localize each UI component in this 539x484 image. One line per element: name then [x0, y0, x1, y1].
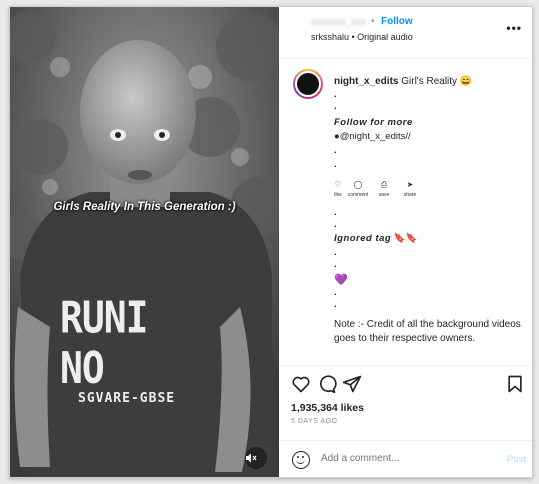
- caption-first-line: night_x_edits Girl's Reality 😄: [334, 76, 472, 87]
- add-comment-bar: Post: [279, 440, 532, 477]
- emoji-smile-icon[interactable]: [292, 451, 310, 469]
- caption-dot: .: [334, 207, 337, 218]
- save-bookmark-icon[interactable]: [505, 374, 525, 394]
- caption-dot: .: [334, 287, 337, 298]
- caption-ignored-tag: Ignored tag 🔖🔖: [334, 233, 418, 244]
- avatar[interactable]: [293, 69, 323, 99]
- ignored-tag-text: Ignored tag: [334, 233, 392, 244]
- caption-mini-icons: ♡ ◯ ⎙ ➤ like comment save share: [334, 180, 454, 202]
- caption-note: Note :- Credit of all the background vid…: [334, 319, 521, 344]
- follow-button[interactable]: Follow: [381, 16, 413, 27]
- more-options-icon[interactable]: •••: [506, 21, 522, 35]
- like-heart-icon[interactable]: [291, 374, 311, 394]
- caption-dot: .: [334, 299, 337, 310]
- post-header: xxxxxxx_xxx • Follow srksshalu • Origina…: [279, 7, 532, 59]
- likes-count[interactable]: 1,935,364 likes: [291, 402, 364, 414]
- shirt-print-line1: RUNI NO: [60, 292, 149, 394]
- caption-dot: .: [334, 89, 337, 100]
- caption-dot: .: [334, 219, 337, 230]
- mute-button[interactable]: [245, 447, 267, 469]
- comment-input[interactable]: [321, 453, 491, 464]
- mini-label-share: share: [403, 192, 417, 198]
- header-separator: •: [371, 16, 375, 27]
- caption-text: Girl's Reality 😄: [401, 76, 473, 87]
- ignored-tag-emoji: 🔖🔖: [393, 233, 418, 244]
- caption-dot: .: [334, 247, 337, 258]
- shirt-print: RUNI NO SGVARE-GBSE: [60, 292, 210, 406]
- post-video[interactable]: Girls Reality In This Generation :) RUNI…: [10, 7, 279, 477]
- post-modal: Girls Reality In This Generation :) RUNI…: [9, 6, 533, 478]
- caption-handle[interactable]: ●@night_x_edits//: [334, 131, 411, 142]
- header-audio-line[interactable]: srksshalu • Original audio: [311, 32, 413, 42]
- mini-comment-icon: ◯: [353, 180, 363, 189]
- share-paper-plane-icon[interactable]: [342, 374, 362, 394]
- caption-dot: .: [334, 159, 337, 170]
- post-date: 5 DAYS AGO: [291, 418, 338, 425]
- mini-save-icon: ⎙: [380, 180, 388, 189]
- post-comment-button[interactable]: Post: [507, 454, 526, 465]
- mini-heart-icon: ♡: [334, 180, 342, 189]
- header-username[interactable]: xxxxxxx_xxx: [311, 17, 367, 28]
- post-actions: 1,935,364 likes 5 DAYS AGO: [279, 365, 532, 445]
- purple-heart-icon: 💜: [334, 274, 348, 286]
- caption-dot: .: [334, 101, 337, 112]
- caption-author[interactable]: night_x_edits: [334, 76, 398, 87]
- caption-dot: .: [334, 259, 337, 270]
- muted-speaker-icon: [246, 453, 257, 463]
- caption-dot: .: [334, 145, 337, 156]
- post-sidebar: xxxxxxx_xxx • Follow srksshalu • Origina…: [279, 7, 532, 477]
- video-frame-image: [10, 7, 279, 477]
- caption-follow-more: Follow for more: [334, 117, 413, 128]
- comment-bubble-icon[interactable]: [317, 374, 337, 394]
- mini-share-icon: ➤: [406, 180, 414, 189]
- caption-area: night_x_edits Girl's Reality 😄 . . Follo…: [279, 59, 532, 359]
- video-caption-overlay: Girls Reality In This Generation :): [53, 201, 236, 213]
